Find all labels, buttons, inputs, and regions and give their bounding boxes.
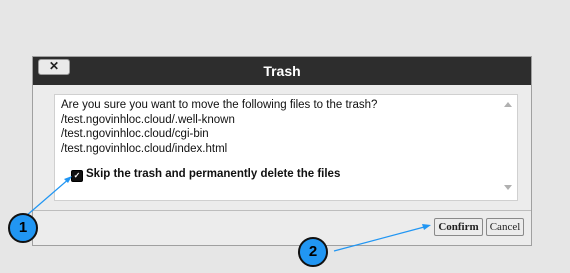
arrow-2-head [422,224,431,230]
arrow-1-line [25,177,71,217]
annotation-arrows [25,176,431,252]
arrow-2-line [333,225,429,252]
annotation-marker-1: 1 [8,213,38,243]
annotation-marker-2: 2 [298,237,328,267]
